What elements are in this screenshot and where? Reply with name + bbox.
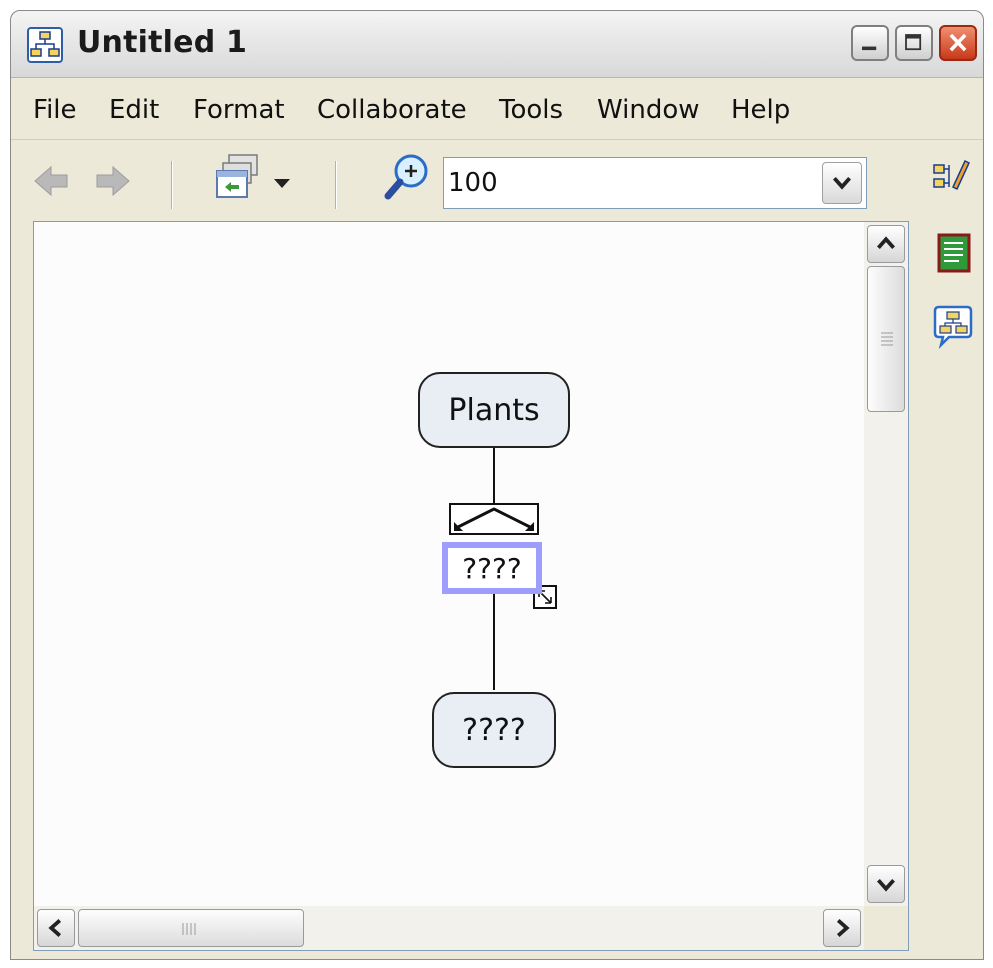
minimize-icon: [862, 46, 877, 51]
dropdown-arrow-icon: [274, 179, 290, 188]
maximize-button[interactable]: [895, 25, 933, 61]
vertical-scroll-thumb[interactable]: [867, 266, 905, 412]
chevron-up-icon: [877, 236, 895, 250]
scroll-right-button[interactable]: [823, 909, 861, 947]
chevron-right-icon: [836, 919, 850, 937]
menu-edit[interactable]: Edit: [109, 95, 159, 125]
concept-map-icon: [27, 27, 63, 63]
menu-bar: File Edit Format Collaborate Tools Windo…: [11, 77, 983, 140]
zoom-value[interactable]: 100: [448, 168, 498, 198]
forward-button[interactable]: [93, 161, 133, 201]
zoom-button[interactable]: [383, 151, 431, 203]
close-button[interactable]: [939, 25, 977, 61]
menu-format[interactable]: Format: [193, 95, 285, 125]
vertical-scrollbar[interactable]: [864, 222, 908, 906]
style-palette-icon: [933, 159, 970, 191]
concept-node-top[interactable]: Plants: [418, 372, 570, 448]
back-button[interactable]: [31, 161, 71, 201]
scroll-down-button[interactable]: [867, 865, 905, 903]
toolbar-separator-2: [335, 161, 336, 209]
view-switcher-button[interactable]: [215, 151, 263, 203]
map-canvas-frame: Plants ???? ????: [33, 221, 909, 951]
menu-tools[interactable]: Tools: [499, 95, 563, 125]
style-palette-button[interactable]: [931, 155, 971, 195]
view-switcher-icon: [216, 154, 258, 198]
linking-phrase[interactable]: ????: [442, 542, 542, 594]
zoom-combo-box[interactable]: 100: [443, 157, 867, 209]
app-window: Untitled 1 File Edit Format Collaborate …: [10, 10, 984, 960]
menu-collaborate[interactable]: Collaborate: [317, 95, 467, 125]
menu-help[interactable]: Help: [731, 95, 790, 125]
back-arrow-icon: [34, 165, 68, 197]
notes-button[interactable]: [933, 231, 973, 275]
cmap-discussion-button[interactable]: [931, 305, 975, 349]
title-bar[interactable]: Untitled 1: [11, 11, 983, 78]
chevron-down-icon: [877, 878, 895, 892]
cmap-discussion-icon: [933, 305, 973, 349]
forward-arrow-icon: [96, 165, 130, 197]
menu-file[interactable]: File: [33, 95, 77, 125]
menu-window[interactable]: Window: [597, 95, 700, 125]
grip-icon: [881, 332, 893, 346]
minimize-button[interactable]: [851, 25, 889, 61]
view-dropdown-button[interactable]: [273, 177, 291, 189]
scroll-up-button[interactable]: [867, 225, 905, 263]
concept-node-bottom[interactable]: ????: [432, 692, 556, 768]
horizontal-scroll-thumb[interactable]: [78, 909, 304, 947]
zoom-icon: [384, 154, 428, 200]
notes-icon: [937, 233, 971, 273]
horizontal-scrollbar[interactable]: [34, 906, 864, 950]
toolbar-separator: [171, 161, 172, 209]
map-canvas[interactable]: Plants ???? ????: [34, 222, 864, 906]
zoom-dropdown-button[interactable]: [822, 162, 862, 204]
scrollbar-corner: [864, 906, 908, 950]
grip-icon: [182, 923, 196, 935]
close-icon: [949, 33, 967, 52]
chevron-down-icon: [832, 176, 852, 190]
scroll-left-button[interactable]: [37, 909, 75, 947]
window-title: Untitled 1: [77, 25, 248, 60]
chevron-left-icon: [48, 919, 62, 937]
maximize-icon: [905, 34, 922, 51]
